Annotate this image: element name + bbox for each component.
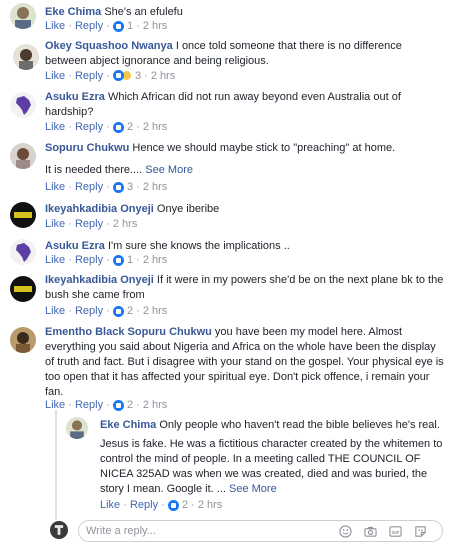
like-link[interactable]: Like [45,305,65,317]
like-link[interactable]: Like [45,121,65,133]
avatar[interactable] [66,417,88,439]
like-reaction-icon[interactable] [112,20,124,32]
avatar[interactable] [10,202,36,228]
reply-link[interactable]: Reply [75,70,103,82]
reaction-count[interactable]: 1 [127,254,133,266]
comment-text-block: Asuku Ezra Which African did not run awa… [45,90,445,120]
emoji-icon[interactable] [339,525,352,538]
camera-icon[interactable] [364,525,377,538]
avatar[interactable] [10,276,36,302]
like-reaction-icon[interactable] [112,399,124,411]
avatar[interactable] [10,327,36,353]
sticker-icon[interactable] [414,525,427,538]
mention-link[interactable]: Sopuru Chukwu [128,326,212,338]
comment-body: I'm sure she knows the implications .. [107,240,290,252]
timestamp[interactable]: 2 hrs [143,181,167,193]
comment-author[interactable]: Eke Chima [45,6,101,18]
comment-text-block: Ikeyahkadibia Onyeji If it were in my po… [45,273,445,303]
comment-actions: Like · Reply · 1 · 2 hrs [45,20,168,32]
comment-text-block: Eke Chima Only people who haven't read t… [100,418,445,433]
like-link[interactable]: Like [45,181,65,193]
comment-continuation: Jesus is fake. He was a fictitious chara… [100,437,445,497]
avatar[interactable] [10,92,36,118]
reaction-count[interactable]: 2 [127,399,133,411]
reply-input-box[interactable]: GIF [78,520,443,542]
comment-body: Hence we should maybe stick to "preachin… [132,142,396,154]
comment-author[interactable]: Ementho Black [45,326,124,338]
like-link[interactable]: Like [45,20,65,32]
comment-text-block: Sopuru Chukwu Hence we should maybe stic… [45,141,445,156]
comment-text-block: Okey Squashoo Nwanya I once told someone… [45,39,445,69]
reaction-count[interactable]: 2 [127,305,133,317]
comment-actions: Like · Reply · 3 · 2 hrs [45,69,176,82]
see-more-link[interactable]: See More [145,164,193,176]
avatar[interactable] [13,44,39,70]
reaction-count[interactable]: 1 [127,20,133,32]
reply-link[interactable]: Reply [75,254,103,266]
reply-link[interactable]: Reply [75,121,103,133]
timestamp[interactable]: 2 hrs [113,218,137,230]
avatar[interactable] [10,239,36,265]
comment-actions: Like · Reply · 2 · 2 hrs [45,399,168,411]
comment-actions: Like · Reply · 3 · 2 hrs [45,181,168,193]
reply-link[interactable]: Reply [75,218,103,230]
comment-author[interactable]: Asuku Ezra [45,91,105,103]
comment-actions: Like · Reply · 2 · 2 hrs [45,305,168,317]
comment-actions: Like · Reply · 2 · 2 hrs [100,499,223,511]
reaction-count[interactable]: 2 [182,499,188,511]
reply-thread-line [55,410,57,520]
avatar[interactable] [10,3,36,29]
comment-author[interactable]: Ikeyahkadibia Onyeji [45,203,154,215]
timestamp[interactable]: 2 hrs [143,399,167,411]
like-reaction-icon[interactable] [167,499,179,511]
reply-input[interactable] [86,524,316,538]
reply-link[interactable]: Reply [130,499,158,511]
like-reaction-icon[interactable] [112,121,124,133]
comment-actions: Like · Reply · 2 hrs [45,218,138,230]
comment-author[interactable]: Asuku Ezra [45,240,105,252]
comment-body: She's an efulefu [104,6,183,18]
like-reaction-icon[interactable] [112,181,124,193]
timestamp[interactable]: 2 hrs [143,305,167,317]
like-reaction-icon[interactable] [112,254,124,266]
comment-actions: Like · Reply · 1 · 2 hrs [45,254,168,266]
comment-body: Onye iberibe [156,203,220,215]
comment-body-more: It is needed there.... [45,164,143,176]
reply-link[interactable]: Reply [75,305,103,317]
avatar[interactable] [10,143,36,169]
reply-link[interactable]: Reply [75,20,103,32]
reply-link[interactable]: Reply [75,181,103,193]
comment-author[interactable]: Okey Squashoo Nwanya [45,40,173,52]
like-link[interactable]: Like [45,254,65,266]
comment-text-block: Asuku Ezra I'm sure she knows the implic… [45,239,445,254]
svg-text:GIF: GIF [392,530,400,535]
comment-text-block: Ementho Black Sopuru Chukwu you have bee… [45,325,445,400]
comment-text-block: Ikeyahkadibia Onyeji Onye iberibe [45,202,445,217]
comment-author[interactable]: Ikeyahkadibia Onyeji [45,274,154,286]
reply-link[interactable]: Reply [75,399,103,411]
comment-body: Only people who haven't read the bible b… [159,419,440,431]
reaction-count[interactable]: 2 [127,121,133,133]
reaction-count[interactable]: 3 [127,181,133,193]
timestamp[interactable]: 2 hrs [198,499,222,511]
comment-author[interactable]: Sopuru Chukwu [45,142,129,154]
comment-author[interactable]: Eke Chima [100,419,156,431]
like-link[interactable]: Like [45,218,65,230]
timestamp[interactable]: 2 hrs [143,121,167,133]
like-link[interactable]: Like [45,70,65,82]
like-reaction-icon[interactable] [112,69,124,81]
see-more-link[interactable]: See More [229,483,277,495]
timestamp[interactable]: 2 hrs [151,70,175,82]
like-reaction-icon[interactable] [112,305,124,317]
reaction-count[interactable]: 3 [135,70,141,82]
timestamp[interactable]: 2 hrs [143,20,167,32]
timestamp[interactable]: 2 hrs [143,254,167,266]
comment-continuation: It is needed there.... See More [45,163,445,178]
avatar [50,521,68,539]
comment-actions: Like · Reply · 2 · 2 hrs [45,121,168,133]
comment-text-block: Eke Chima She's an efulefu [45,5,445,20]
gif-icon[interactable]: GIF [389,525,402,538]
like-link[interactable]: Like [100,499,120,511]
